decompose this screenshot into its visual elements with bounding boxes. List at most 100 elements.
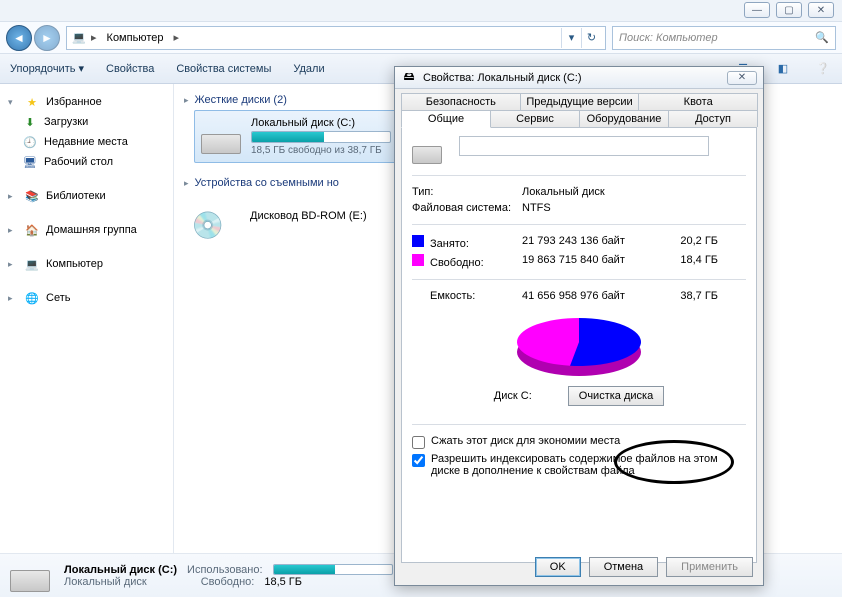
desktop-icon (22, 154, 38, 170)
properties-button[interactable]: Свойства (106, 63, 154, 75)
dialog-close-button[interactable]: ✕ (727, 71, 757, 85)
capacity-label: Емкость: (412, 290, 522, 302)
drive-icon: 🖴 (401, 70, 417, 86)
disk-cleanup-button[interactable]: Очистка диска (568, 386, 664, 406)
sidebar-item-label: Рабочий стол (44, 156, 113, 168)
type-label: Тип: (412, 186, 522, 198)
tab-tools[interactable]: Сервис (490, 110, 580, 127)
uninstall-button[interactable]: Удали (293, 63, 324, 75)
download-icon (22, 114, 38, 130)
free-gb: 18,4 ГБ (662, 254, 718, 269)
maximize-button[interactable]: ▢ (776, 2, 802, 18)
drive-free-label: 18,5 ГБ свободно из 38,7 ГБ (251, 145, 391, 156)
type-value: Локальный диск (522, 186, 605, 198)
details-subtitle: Локальный диск (64, 576, 147, 588)
drive-name: Дисковод BD-ROM (E:) (250, 210, 367, 222)
usage-pie-chart (504, 312, 654, 382)
tab-general-body: Тип:Локальный диск Файловая система:NTFS… (401, 127, 757, 563)
star-icon (24, 94, 40, 110)
details-free-value: 18,5 ГБ (264, 576, 302, 588)
ok-button[interactable]: OK (535, 557, 581, 577)
sidebar-computer[interactable]: ▸ Компьютер (4, 254, 169, 274)
bdrom-icon (200, 199, 242, 233)
sidebar-item-label: Домашняя группа (46, 224, 137, 236)
apply-button[interactable]: Применить (666, 557, 753, 577)
breadcrumb-computer[interactable]: Компьютер (101, 30, 170, 46)
recent-icon (22, 134, 38, 150)
network-icon (24, 290, 40, 306)
refresh-button[interactable]: ↻ (581, 28, 601, 48)
free-label: Свободно: (430, 257, 484, 269)
computer-icon (71, 30, 87, 46)
details-name: Локальный диск (C:) (64, 564, 177, 576)
breadcrumb-separator: ▸ (91, 31, 97, 44)
drive-name: Локальный диск (C:) (251, 117, 391, 129)
drive-icon (201, 120, 243, 154)
back-button[interactable]: ◄ (6, 25, 32, 51)
capacity-gb: 38,7 ГБ (662, 290, 718, 302)
search-icon: 🔍 (815, 31, 829, 44)
tab-previous-versions[interactable]: Предыдущие версии (520, 93, 640, 110)
sidebar-item-desktop[interactable]: Рабочий стол (4, 152, 169, 172)
sidebar-network[interactable]: ▸ Сеть (4, 288, 169, 308)
drive-icon (10, 558, 54, 594)
window-titlebar: — ▢ ✕ (0, 0, 842, 22)
sidebar-item-label: Сеть (46, 292, 70, 304)
close-button[interactable]: ✕ (808, 2, 834, 18)
search-placeholder: Поиск: Компьютер (619, 32, 718, 44)
fs-label: Файловая система: (412, 202, 522, 214)
preview-pane-icon[interactable]: ◧ (774, 60, 792, 78)
volume-name-input[interactable] (459, 136, 709, 156)
dialog-titlebar[interactable]: 🖴 Свойства: Локальный диск (C:) ✕ (395, 67, 763, 89)
sidebar-homegroup[interactable]: ▸ Домашняя группа (4, 220, 169, 240)
sidebar-item-label: Загрузки (44, 116, 88, 128)
details-usage-bar (273, 564, 393, 575)
nav-row: ◄ ► ▸ Компьютер ▸ ▾ ↻ Поиск: Компьютер 🔍 (0, 22, 842, 54)
drive-c[interactable]: Локальный диск (C:) 18,5 ГБ свободно из … (194, 110, 414, 163)
tab-security[interactable]: Безопасность (401, 93, 521, 110)
details-free-label: Свободно: (201, 576, 255, 588)
free-swatch (412, 254, 424, 266)
sidebar-item-label: Компьютер (46, 258, 103, 270)
search-input[interactable]: Поиск: Компьютер 🔍 (612, 26, 836, 50)
used-label: Занято: (430, 238, 469, 250)
sidebar-item-recent[interactable]: Недавние места (4, 132, 169, 152)
tab-hardware[interactable]: Оборудование (579, 110, 669, 127)
used-swatch (412, 235, 424, 247)
libraries-icon (24, 188, 40, 204)
capacity-bytes: 41 656 958 976 байт (522, 290, 662, 302)
drive-icon (412, 136, 446, 164)
help-icon[interactable]: ❔ (814, 60, 832, 78)
compress-checkbox[interactable]: Сжать этот диск для экономии места (412, 433, 746, 451)
system-properties-button[interactable]: Свойства системы (176, 63, 271, 75)
sidebar-item-downloads[interactable]: Загрузки (4, 112, 169, 132)
minimize-button[interactable]: — (744, 2, 770, 18)
cancel-button[interactable]: Отмена (589, 557, 658, 577)
forward-button[interactable]: ► (34, 25, 60, 51)
used-bytes: 21 793 243 136 байт (522, 235, 662, 250)
index-checkbox[interactable]: Разрешить индексировать содержимое файло… (412, 451, 746, 479)
free-bytes: 19 863 715 840 байт (522, 254, 662, 269)
sidebar-item-label: Библиотеки (46, 190, 106, 202)
drive-usage-bar (251, 131, 391, 143)
tab-sharing[interactable]: Доступ (668, 110, 758, 127)
address-bar[interactable]: ▸ Компьютер ▸ ▾ ↻ (66, 26, 606, 50)
details-used-label: Использовано: (187, 564, 263, 576)
sidebar-libraries[interactable]: ▸ Библиотеки (4, 186, 169, 206)
properties-dialog: 🖴 Свойства: Локальный диск (C:) ✕ Безопа… (394, 66, 764, 586)
tab-quota[interactable]: Квота (638, 93, 758, 110)
sidebar: ▾ Избранное Загрузки Недавние места Рабо… (0, 84, 174, 554)
computer-icon (24, 256, 40, 272)
dialog-title: Свойства: Локальный диск (C:) (423, 72, 582, 84)
breadcrumb-separator: ▸ (173, 31, 179, 44)
compress-label: Сжать этот диск для экономии места (431, 435, 620, 447)
dialog-tabs: Безопасность Предыдущие версии Квота Общ… (395, 89, 763, 127)
disk-c-label: Диск C: (494, 390, 532, 402)
organize-menu[interactable]: Упорядочить ▾ (10, 62, 84, 75)
sidebar-favorites[interactable]: ▾ Избранное (4, 92, 169, 112)
index-label: Разрешить индексировать содержимое файло… (431, 453, 746, 477)
sidebar-favorites-label: Избранное (46, 96, 102, 108)
address-dropdown[interactable]: ▾ (561, 28, 581, 48)
sidebar-item-label: Недавние места (44, 136, 128, 148)
tab-general[interactable]: Общие (401, 110, 491, 128)
